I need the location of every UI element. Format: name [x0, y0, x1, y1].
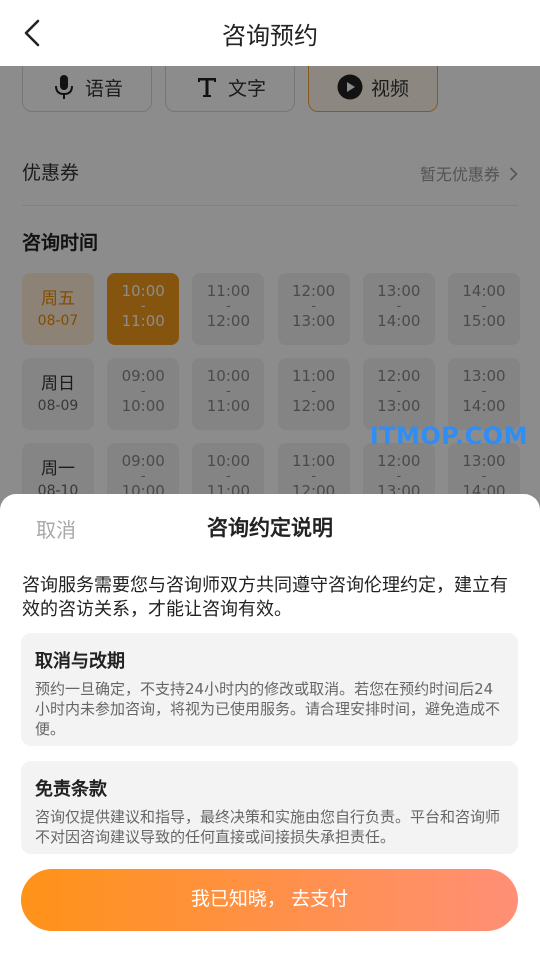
agreement-sheet: 取消 咨询约定说明 咨询服务需要您与咨询师双方共同遵守咨询伦理约定，建立有效的咨… — [0, 494, 540, 960]
card-body: 咨询仅提供建议和指导，最终决策和实施由您自行负责。平台和咨询师不对因咨询建议导致… — [35, 808, 501, 846]
card-body: 预约一旦确定，不支持24小时内的修改或取消。若您在预约时间后24小时内未参加咨询… — [35, 680, 501, 738]
page-title: 咨询预约 — [222, 22, 318, 50]
sheet-intro: 咨询服务需要您与咨询师双方共同遵守咨询伦理约定，建立有效的咨访关系，才能让咨询有… — [22, 575, 508, 620]
cancel-policy-card: 取消与改期 预约一旦确定，不支持24小时内的修改或取消。若您在预约时间后24小时… — [21, 633, 518, 746]
sheet-title: 咨询约定说明 — [207, 516, 333, 540]
card-title: 取消与改期 — [35, 651, 125, 672]
disclaimer-card: 免责条款 咨询仅提供建议和指导，最终决策和实施由您自行负责。平台和咨询师不对因咨… — [21, 761, 518, 854]
confirm-pay-button[interactable]: 我已知晓， 去支付 — [21, 869, 518, 931]
watermark: ITMOP.COM — [369, 422, 528, 450]
card-title: 免责条款 — [35, 779, 107, 800]
top-bar: 咨询预约 — [0, 0, 540, 66]
